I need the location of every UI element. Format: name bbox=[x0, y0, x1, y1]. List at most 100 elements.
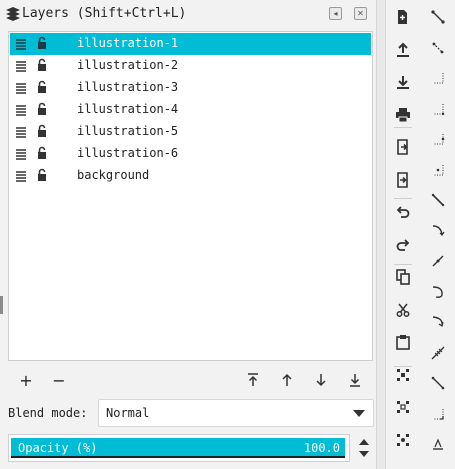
add-layer-button[interactable]: + bbox=[16, 370, 36, 390]
lower-to-bottom-icon bbox=[350, 374, 360, 387]
layer-list-toolbar: + − bbox=[4, 366, 376, 394]
layer-list[interactable]: illustration-1 illustration-2 illustration… bbox=[8, 31, 373, 361]
snap-rotation-centers-button[interactable] bbox=[428, 404, 448, 424]
panel-title-bar: Layers (Shift+Ctrl+L) ◂ ✕ bbox=[4, 0, 376, 28]
spin-down-icon bbox=[359, 451, 369, 457]
layer-lock-icon[interactable] bbox=[36, 168, 48, 182]
snap-bbox-edges-icon bbox=[432, 42, 444, 53]
layer-name: illustration-4 bbox=[77, 102, 179, 116]
print-icon bbox=[396, 107, 410, 122]
copy-icon bbox=[396, 269, 410, 285]
dock-resize-handle[interactable] bbox=[0, 296, 3, 314]
snap-text-baselines-button[interactable] bbox=[428, 434, 448, 454]
snap-others-icon bbox=[431, 346, 445, 359]
snap-bbox-edge-mid-button[interactable] bbox=[428, 99, 448, 119]
lower-icon bbox=[316, 374, 326, 387]
layer-visibility-icon[interactable] bbox=[15, 125, 27, 139]
snap-bbox-edges-button[interactable] bbox=[428, 38, 448, 58]
import-from-button[interactable] bbox=[393, 137, 413, 157]
add-icon: + bbox=[19, 370, 33, 390]
raise-layer-button[interactable] bbox=[277, 370, 297, 390]
layer-lock-icon[interactable] bbox=[36, 58, 48, 72]
commands-toolbar bbox=[386, 0, 420, 469]
copy-button[interactable] bbox=[393, 267, 413, 287]
cut-button[interactable] bbox=[393, 300, 413, 320]
export-icon bbox=[397, 76, 409, 89]
zoom-selection-button[interactable] bbox=[393, 365, 413, 385]
lower-layer-button[interactable] bbox=[311, 370, 331, 390]
snap-path-intersections-icon bbox=[432, 224, 445, 236]
lower-to-bottom-button[interactable] bbox=[345, 370, 365, 390]
layer-row[interactable]: illustration-2 bbox=[10, 55, 371, 77]
layer-lock-icon[interactable] bbox=[36, 36, 48, 50]
float-panel-button[interactable]: ◂ bbox=[329, 7, 342, 20]
paste-button[interactable] bbox=[393, 332, 413, 352]
snap-line-midpoints-button[interactable] bbox=[428, 312, 448, 332]
import-icon bbox=[397, 42, 409, 57]
toolbar-separator bbox=[376, 0, 386, 469]
blend-mode-value: Normal bbox=[106, 406, 150, 420]
blend-mode-label: Blend mode: bbox=[8, 406, 88, 420]
opacity-slider[interactable]: Opacity (%) 100.0 bbox=[8, 434, 350, 462]
close-panel-icon: ✕ bbox=[357, 8, 364, 18]
redo-button[interactable] bbox=[393, 235, 413, 255]
layer-row[interactable]: illustration-1 bbox=[10, 33, 371, 55]
snap-bbox-corners-button[interactable] bbox=[428, 68, 448, 88]
snap-bbox-center-button[interactable] bbox=[428, 129, 448, 149]
snap-cusp-nodes-icon bbox=[432, 255, 444, 267]
opacity-value: 100.0 bbox=[303, 441, 340, 455]
raise-to-top-icon bbox=[248, 373, 258, 386]
raise-icon bbox=[282, 373, 292, 386]
layer-visibility-icon[interactable] bbox=[15, 37, 27, 51]
layer-visibility-icon[interactable] bbox=[15, 59, 27, 73]
snap-line-midpoints-icon bbox=[432, 316, 444, 327]
snap-bbox-button[interactable] bbox=[428, 7, 448, 27]
print-button[interactable] bbox=[393, 105, 413, 125]
toolbar-divider bbox=[394, 198, 412, 199]
layer-lock-icon[interactable] bbox=[36, 146, 48, 160]
layer-visibility-icon[interactable] bbox=[15, 169, 27, 183]
layer-visibility-icon[interactable] bbox=[15, 147, 27, 161]
new-document-icon bbox=[398, 10, 407, 24]
toolbar-divider bbox=[394, 366, 412, 367]
snap-paths-button[interactable] bbox=[428, 190, 448, 210]
layer-visibility-icon[interactable] bbox=[15, 81, 27, 95]
snap-rotation-centers-icon bbox=[433, 408, 444, 420]
zoom-page-button[interactable] bbox=[393, 430, 413, 450]
layer-lock-icon[interactable] bbox=[36, 124, 48, 138]
snap-path-intersections-button[interactable] bbox=[428, 221, 448, 241]
raise-to-top-button[interactable] bbox=[243, 370, 263, 390]
layer-row[interactable]: illustration-3 bbox=[10, 77, 371, 99]
snap-nodes-button[interactable] bbox=[428, 160, 448, 180]
layer-visibility-icon[interactable] bbox=[15, 103, 27, 117]
float-panel-icon: ◂ bbox=[333, 8, 338, 18]
export-to-button[interactable] bbox=[393, 170, 413, 190]
snap-bbox-corners-icon bbox=[433, 73, 444, 84]
opacity-spin-buttons[interactable] bbox=[355, 434, 373, 462]
import-button[interactable] bbox=[393, 40, 413, 60]
export-button[interactable] bbox=[393, 72, 413, 92]
layer-name: illustration-1 bbox=[77, 36, 179, 50]
layer-row[interactable]: background bbox=[10, 165, 371, 187]
layer-name: background bbox=[77, 168, 150, 182]
blend-mode-select[interactable]: Normal bbox=[98, 399, 374, 427]
chevron-down-icon bbox=[353, 410, 365, 417]
remove-layer-button[interactable]: − bbox=[49, 370, 69, 390]
snap-cusp-nodes-button[interactable] bbox=[428, 251, 448, 271]
layer-row[interactable]: illustration-5 bbox=[10, 121, 371, 143]
panel-title: Layers (Shift+Ctrl+L) bbox=[22, 6, 187, 21]
snap-others-button[interactable] bbox=[428, 343, 448, 363]
layer-lock-icon[interactable] bbox=[36, 102, 48, 116]
undo-button[interactable] bbox=[393, 202, 413, 222]
snap-smooth-nodes-button[interactable] bbox=[428, 282, 448, 302]
layer-row[interactable]: illustration-4 bbox=[10, 99, 371, 121]
snap-object-centers-button[interactable] bbox=[428, 373, 448, 393]
cut-icon bbox=[396, 303, 410, 317]
export-to-icon bbox=[397, 171, 408, 188]
close-panel-button[interactable]: ✕ bbox=[354, 7, 367, 20]
zoom-drawing-button[interactable] bbox=[393, 397, 413, 417]
new-document-button[interactable] bbox=[393, 7, 413, 27]
layer-lock-icon[interactable] bbox=[36, 80, 48, 94]
snap-text-baselines-icon bbox=[433, 438, 443, 450]
layer-row[interactable]: illustration-6 bbox=[10, 143, 371, 165]
